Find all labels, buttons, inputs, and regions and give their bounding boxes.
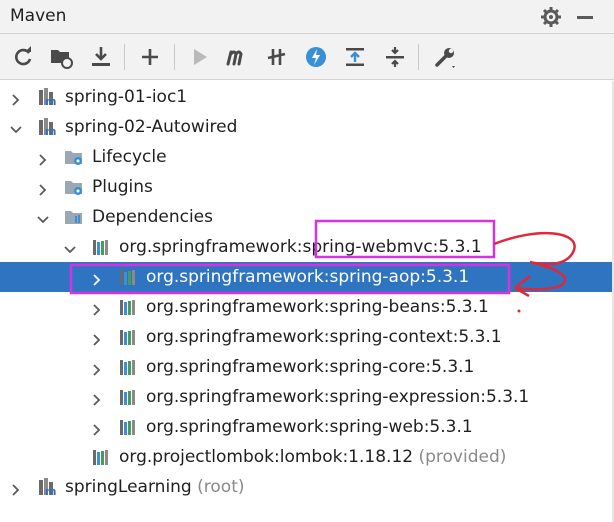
library-icon xyxy=(118,327,138,347)
maven-module-icon: m xyxy=(37,477,57,498)
tree-row[interactable]: org.projectlombok:lombok:1.18.12 (provid… xyxy=(0,442,614,472)
tree-row-label: Dependencies xyxy=(92,206,213,228)
tree-row-text: spring-01-ioc1 xyxy=(65,87,188,107)
tree-row-label: Lifecycle xyxy=(92,146,167,168)
tree-row[interactable]: Dependencies xyxy=(0,202,614,232)
tree-row-label: org.projectlombok:lombok:1.18.12 (provid… xyxy=(119,446,506,468)
toolbar-separator xyxy=(124,44,125,70)
chevron-right-icon[interactable] xyxy=(91,391,103,406)
tree-row[interactable]: org.springframework:spring-beans:5.3.1 xyxy=(0,292,614,322)
settings-wrench-icon[interactable] xyxy=(432,44,458,70)
run-icon[interactable] xyxy=(187,44,213,70)
library-icon xyxy=(91,447,111,467)
chevron-right-icon[interactable] xyxy=(91,271,103,286)
tree-row-label: org.springframework:spring-web:5.3.1 xyxy=(146,416,473,438)
tree-row-label: org.springframework:spring-webmvc:5.3.1 xyxy=(119,236,482,258)
tree-row[interactable]: org.springframework:spring-context:5.3.1 xyxy=(0,322,614,352)
svg-text:m: m xyxy=(45,95,56,107)
tree-row-text: spring-02-Autowired xyxy=(65,117,238,137)
tree-row-text: springLearning xyxy=(65,477,192,497)
maven-goal-icon[interactable] xyxy=(224,44,250,70)
tool-window-title: Maven xyxy=(10,6,67,26)
chevron-right-icon[interactable] xyxy=(37,151,49,166)
tree-row-text: org.springframework:spring-beans:5.3.1 xyxy=(146,297,489,317)
tree-row[interactable]: Plugins xyxy=(0,172,614,202)
maven-module-icon: m xyxy=(37,117,57,138)
tree-row[interactable]: org.springframework:spring-aop:5.3.1 xyxy=(0,262,614,292)
tree-row[interactable]: m spring-02-Autowired xyxy=(0,112,614,142)
tree-row[interactable]: org.springframework:spring-web:5.3.1 xyxy=(0,412,614,442)
folder-gear-icon xyxy=(64,177,84,197)
library-icon xyxy=(118,387,138,407)
maven-tool-window-header: Maven xyxy=(0,0,614,34)
toolbar-separator xyxy=(174,44,175,70)
download-icon[interactable] xyxy=(88,44,114,70)
tree-row-text: org.springframework:spring-core:5.3.1 xyxy=(146,357,475,377)
library-icon xyxy=(118,297,138,317)
minimize-icon[interactable] xyxy=(574,6,596,28)
library-icon xyxy=(91,237,111,257)
skip-tests-icon[interactable] xyxy=(264,44,290,70)
chevron-right-icon[interactable] xyxy=(37,181,49,196)
add-icon[interactable] xyxy=(137,44,163,70)
chevron-down-icon[interactable] xyxy=(37,211,49,224)
tree-row-label: Plugins xyxy=(92,176,153,198)
tree-row-label: org.springframework:spring-core:5.3.1 xyxy=(146,356,474,378)
library-icon xyxy=(118,357,138,377)
tree-row-label: spring-01-ioc1 xyxy=(65,86,187,108)
gear-icon[interactable] xyxy=(540,6,562,28)
reload-icon[interactable] xyxy=(10,44,36,70)
offline-icon[interactable] xyxy=(303,44,329,70)
tree-row-text: org.projectlombok:lombok:1.18.12 xyxy=(119,447,414,467)
chevron-right-icon[interactable] xyxy=(10,91,22,106)
tree-row[interactable]: org.springframework:spring-expression:5.… xyxy=(0,382,614,412)
expand-all-icon[interactable] xyxy=(382,44,408,70)
chevron-right-icon[interactable] xyxy=(10,481,22,496)
tree-row[interactable]: Lifecycle xyxy=(0,142,614,172)
tree-row[interactable]: org.springframework:spring-webmvc:5.3.1 xyxy=(0,232,614,262)
chevron-down-icon[interactable] xyxy=(10,121,22,134)
tree-row-text: org.springframework:spring-aop:5.3.1 xyxy=(146,267,470,287)
folder-library-icon xyxy=(64,207,84,227)
maven-module-icon: m xyxy=(37,87,57,108)
svg-text:m: m xyxy=(45,125,56,137)
tree-row-label: spring-02-Autowired xyxy=(65,116,237,138)
chevron-right-icon[interactable] xyxy=(91,301,103,316)
folder-gear-icon xyxy=(64,147,84,167)
tree-row-label: org.springframework:spring-expression:5.… xyxy=(146,386,529,408)
tree-row-label: springLearning (root) xyxy=(65,476,245,498)
chevron-right-icon[interactable] xyxy=(91,331,103,346)
tree-row[interactable]: m spring-01-ioc1 xyxy=(0,82,614,112)
library-icon xyxy=(118,417,138,437)
tree-row-text: Plugins xyxy=(92,177,153,197)
tree-row-text: org.springframework:spring-webmvc:5.3.1 xyxy=(119,237,482,257)
chevron-down-icon[interactable] xyxy=(64,241,76,254)
tree-row-suffix: (provided) xyxy=(418,447,507,467)
tree-row-label: org.springframework:spring-context:5.3.1 xyxy=(146,326,502,348)
collapse-all-icon[interactable] xyxy=(342,44,368,70)
folder-reimport-icon[interactable] xyxy=(48,44,74,70)
library-icon xyxy=(118,267,138,287)
tree-row-text: org.springframework:spring-web:5.3.1 xyxy=(146,417,473,437)
tree-row-text: org.springframework:spring-context:5.3.1 xyxy=(146,327,502,347)
chevron-right-icon[interactable] xyxy=(91,361,103,376)
chevron-right-icon[interactable] xyxy=(91,421,103,436)
tree-row-text: org.springframework:spring-expression:5.… xyxy=(146,387,530,407)
tree-row-suffix: (root) xyxy=(197,477,245,497)
tree-row[interactable]: org.springframework:spring-core:5.3.1 xyxy=(0,352,614,382)
tree-row-label: org.springframework:spring-beans:5.3.1 xyxy=(146,296,489,318)
tree-row-text: Dependencies xyxy=(92,207,213,227)
tree-row-label: org.springframework:spring-aop:5.3.1 xyxy=(146,266,469,288)
svg-text:m: m xyxy=(45,485,56,497)
toolbar-separator xyxy=(418,44,419,70)
tree-row-text: Lifecycle xyxy=(92,147,167,167)
maven-toolbar xyxy=(0,34,614,80)
tree-row[interactable]: m springLearning (root) xyxy=(0,472,614,502)
maven-projects-tree: m spring-01-ioc1 m spring-02-Autowired Lifec… xyxy=(0,81,614,522)
